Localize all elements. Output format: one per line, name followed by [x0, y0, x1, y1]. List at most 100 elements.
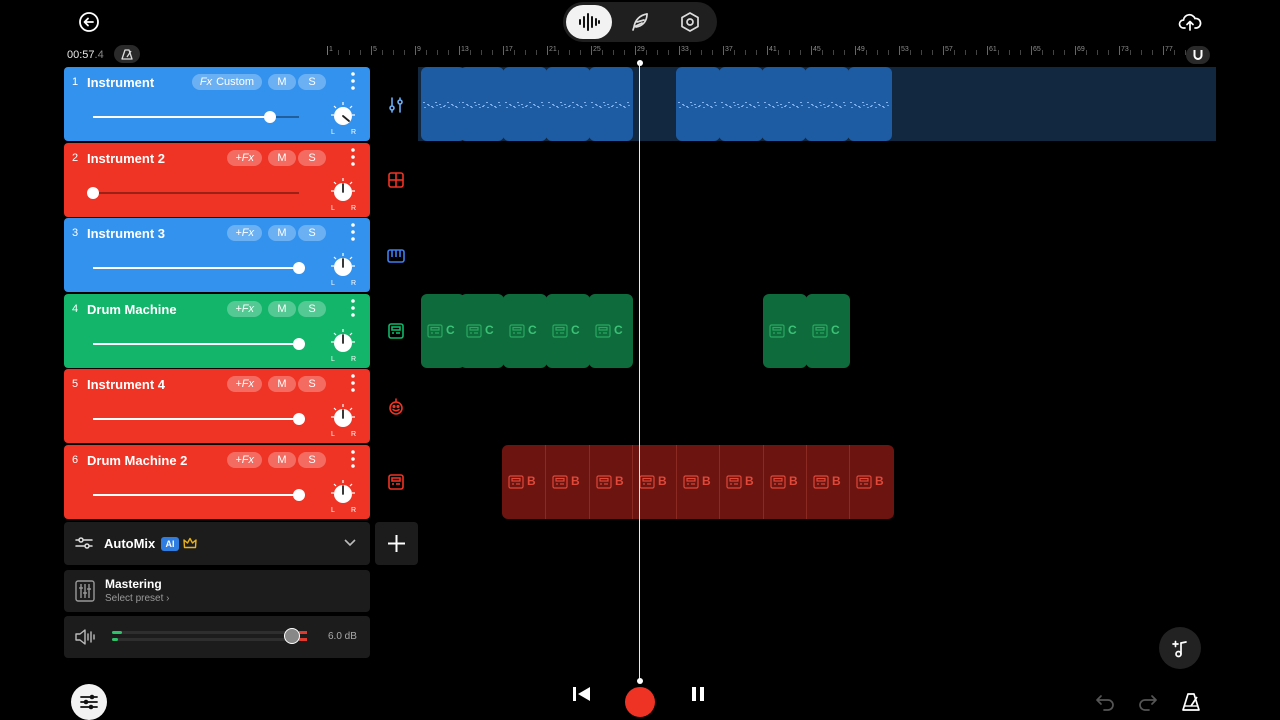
solo-button[interactable]: S [298, 376, 326, 392]
tab-studio[interactable] [566, 5, 612, 39]
volume-slider[interactable] [93, 489, 305, 501]
fx-button[interactable]: +Fx [227, 225, 262, 241]
midi-clip[interactable] [762, 67, 806, 141]
drum-clip[interactable]: B [676, 445, 721, 519]
track-name[interactable]: Instrument [87, 75, 154, 90]
fx-button[interactable]: +Fx [227, 452, 262, 468]
mixer-button[interactable] [71, 684, 107, 720]
drum-machine-icon[interactable] [386, 472, 406, 492]
track-name[interactable]: Instrument 4 [87, 377, 165, 392]
solo-button[interactable]: S [298, 301, 326, 317]
drum-clip[interactable]: B [545, 445, 590, 519]
midi-clip[interactable] [460, 67, 504, 141]
grid-pad-icon[interactable] [386, 170, 406, 190]
playhead-handle-bottom[interactable] [637, 678, 643, 684]
volume-thumb[interactable] [293, 413, 305, 425]
midi-clip[interactable] [503, 67, 547, 141]
mastering-panel[interactable]: Mastering Select preset › [64, 570, 370, 612]
drum-clip[interactable]: C [763, 294, 807, 368]
solo-button[interactable]: S [298, 74, 326, 90]
volume-thumb[interactable] [87, 187, 99, 199]
redo-icon[interactable] [1137, 692, 1159, 712]
fx-button[interactable]: +Fx [227, 150, 262, 166]
drum-clip[interactable]: C [460, 294, 504, 368]
more-menu-icon[interactable] [350, 71, 356, 91]
drum-clip[interactable]: C [589, 294, 633, 368]
track-header-5[interactable]: 5 Instrument 4 +Fx M S L R [64, 369, 370, 443]
volume-slider[interactable] [87, 187, 299, 199]
track-header-3[interactable]: 3 Instrument 3 +Fx M S L R [64, 218, 370, 292]
instrument-sliders-icon[interactable] [386, 95, 406, 115]
fx-button[interactable]: +Fx [227, 301, 262, 317]
more-menu-icon[interactable] [350, 449, 356, 469]
master-volume-thumb[interactable] [284, 628, 300, 644]
drum-clip[interactable]: B [502, 445, 546, 519]
volume-slider[interactable] [93, 338, 305, 350]
more-menu-icon[interactable] [350, 147, 356, 167]
lane-4[interactable]: C C C C C C C [418, 294, 1216, 368]
drum-clip[interactable]: B [806, 445, 851, 519]
timeline-ruler[interactable]: 1 5 9 13 17 21 25 29 33 37 41 45 49 53 57 61 65 69 73 77 [327, 44, 1197, 66]
mute-button[interactable]: M [268, 225, 296, 241]
drum-clip[interactable]: B [719, 445, 764, 519]
lane-1[interactable] [418, 67, 1216, 141]
volume-slider[interactable] [93, 262, 305, 274]
midi-clip[interactable] [805, 67, 849, 141]
drum-clip[interactable]: C [421, 294, 465, 368]
pan-knob[interactable]: L R [330, 177, 356, 211]
pan-knob[interactable]: L R [330, 403, 356, 437]
midi-clip[interactable] [421, 67, 465, 141]
automix-panel[interactable]: AutoMix [64, 522, 370, 565]
tempo-button[interactable] [114, 45, 140, 63]
add-note-button[interactable] [1159, 627, 1201, 669]
mute-button[interactable]: M [268, 150, 296, 166]
fx-button[interactable]: +Fx [227, 376, 262, 392]
track-name[interactable]: Drum Machine [87, 302, 177, 317]
volume-thumb[interactable] [293, 489, 305, 501]
pause-button[interactable] [688, 684, 708, 709]
snap-toggle[interactable] [1186, 46, 1210, 64]
metronome-icon[interactable] [1180, 691, 1202, 713]
solo-button[interactable]: S [298, 225, 326, 241]
back-button[interactable] [72, 5, 106, 39]
drum-clip[interactable]: B [849, 445, 894, 519]
tab-lyrics[interactable] [617, 5, 663, 39]
pan-knob[interactable]: L R [330, 328, 356, 362]
track-header-2[interactable]: 2 Instrument 2 +Fx M S L R [64, 143, 370, 217]
chevron-down-icon[interactable] [344, 538, 356, 548]
pan-knob[interactable]: L R [330, 252, 356, 286]
midi-clip[interactable] [719, 67, 763, 141]
drum-clip[interactable]: B [589, 445, 634, 519]
add-track-button[interactable] [375, 522, 418, 565]
drum-clip[interactable]: C [806, 294, 850, 368]
fx-button[interactable]: Fx Custom [191, 74, 262, 90]
record-button[interactable] [625, 687, 655, 717]
track-name[interactable]: Drum Machine 2 [87, 453, 187, 468]
track-header-4[interactable]: 4 Drum Machine +Fx M S L R [64, 294, 370, 368]
more-menu-icon[interactable] [350, 373, 356, 393]
more-menu-icon[interactable] [350, 222, 356, 242]
pan-knob[interactable]: L R [330, 479, 356, 513]
playhead-handle-top[interactable] [637, 60, 643, 66]
track-header-1[interactable]: 1 Instrument Fx Custom M S L R [64, 67, 370, 141]
drum-machine-icon[interactable] [386, 321, 406, 341]
pan-knob[interactable]: L R [330, 101, 356, 135]
midi-clip[interactable] [546, 67, 590, 141]
mute-button[interactable]: M [268, 74, 296, 90]
drum-clip[interactable]: C [546, 294, 590, 368]
rewind-button[interactable] [570, 684, 592, 709]
volume-thumb[interactable] [293, 338, 305, 350]
mastering-preset-link[interactable]: Select preset › [105, 593, 169, 604]
volume-thumb[interactable] [293, 262, 305, 274]
midi-clip[interactable] [676, 67, 720, 141]
volume-thumb[interactable] [264, 111, 277, 123]
volume-slider[interactable] [93, 111, 299, 123]
volume-slider[interactable] [93, 413, 305, 425]
midi-clip[interactable] [589, 67, 633, 141]
lane-6[interactable]: B B B B B B B B B [418, 445, 1216, 519]
speaker-icon[interactable] [74, 628, 98, 646]
mute-button[interactable]: M [268, 452, 296, 468]
undo-icon[interactable] [1094, 692, 1116, 712]
track-name[interactable]: Instrument 3 [87, 226, 165, 241]
mute-button[interactable]: M [268, 301, 296, 317]
